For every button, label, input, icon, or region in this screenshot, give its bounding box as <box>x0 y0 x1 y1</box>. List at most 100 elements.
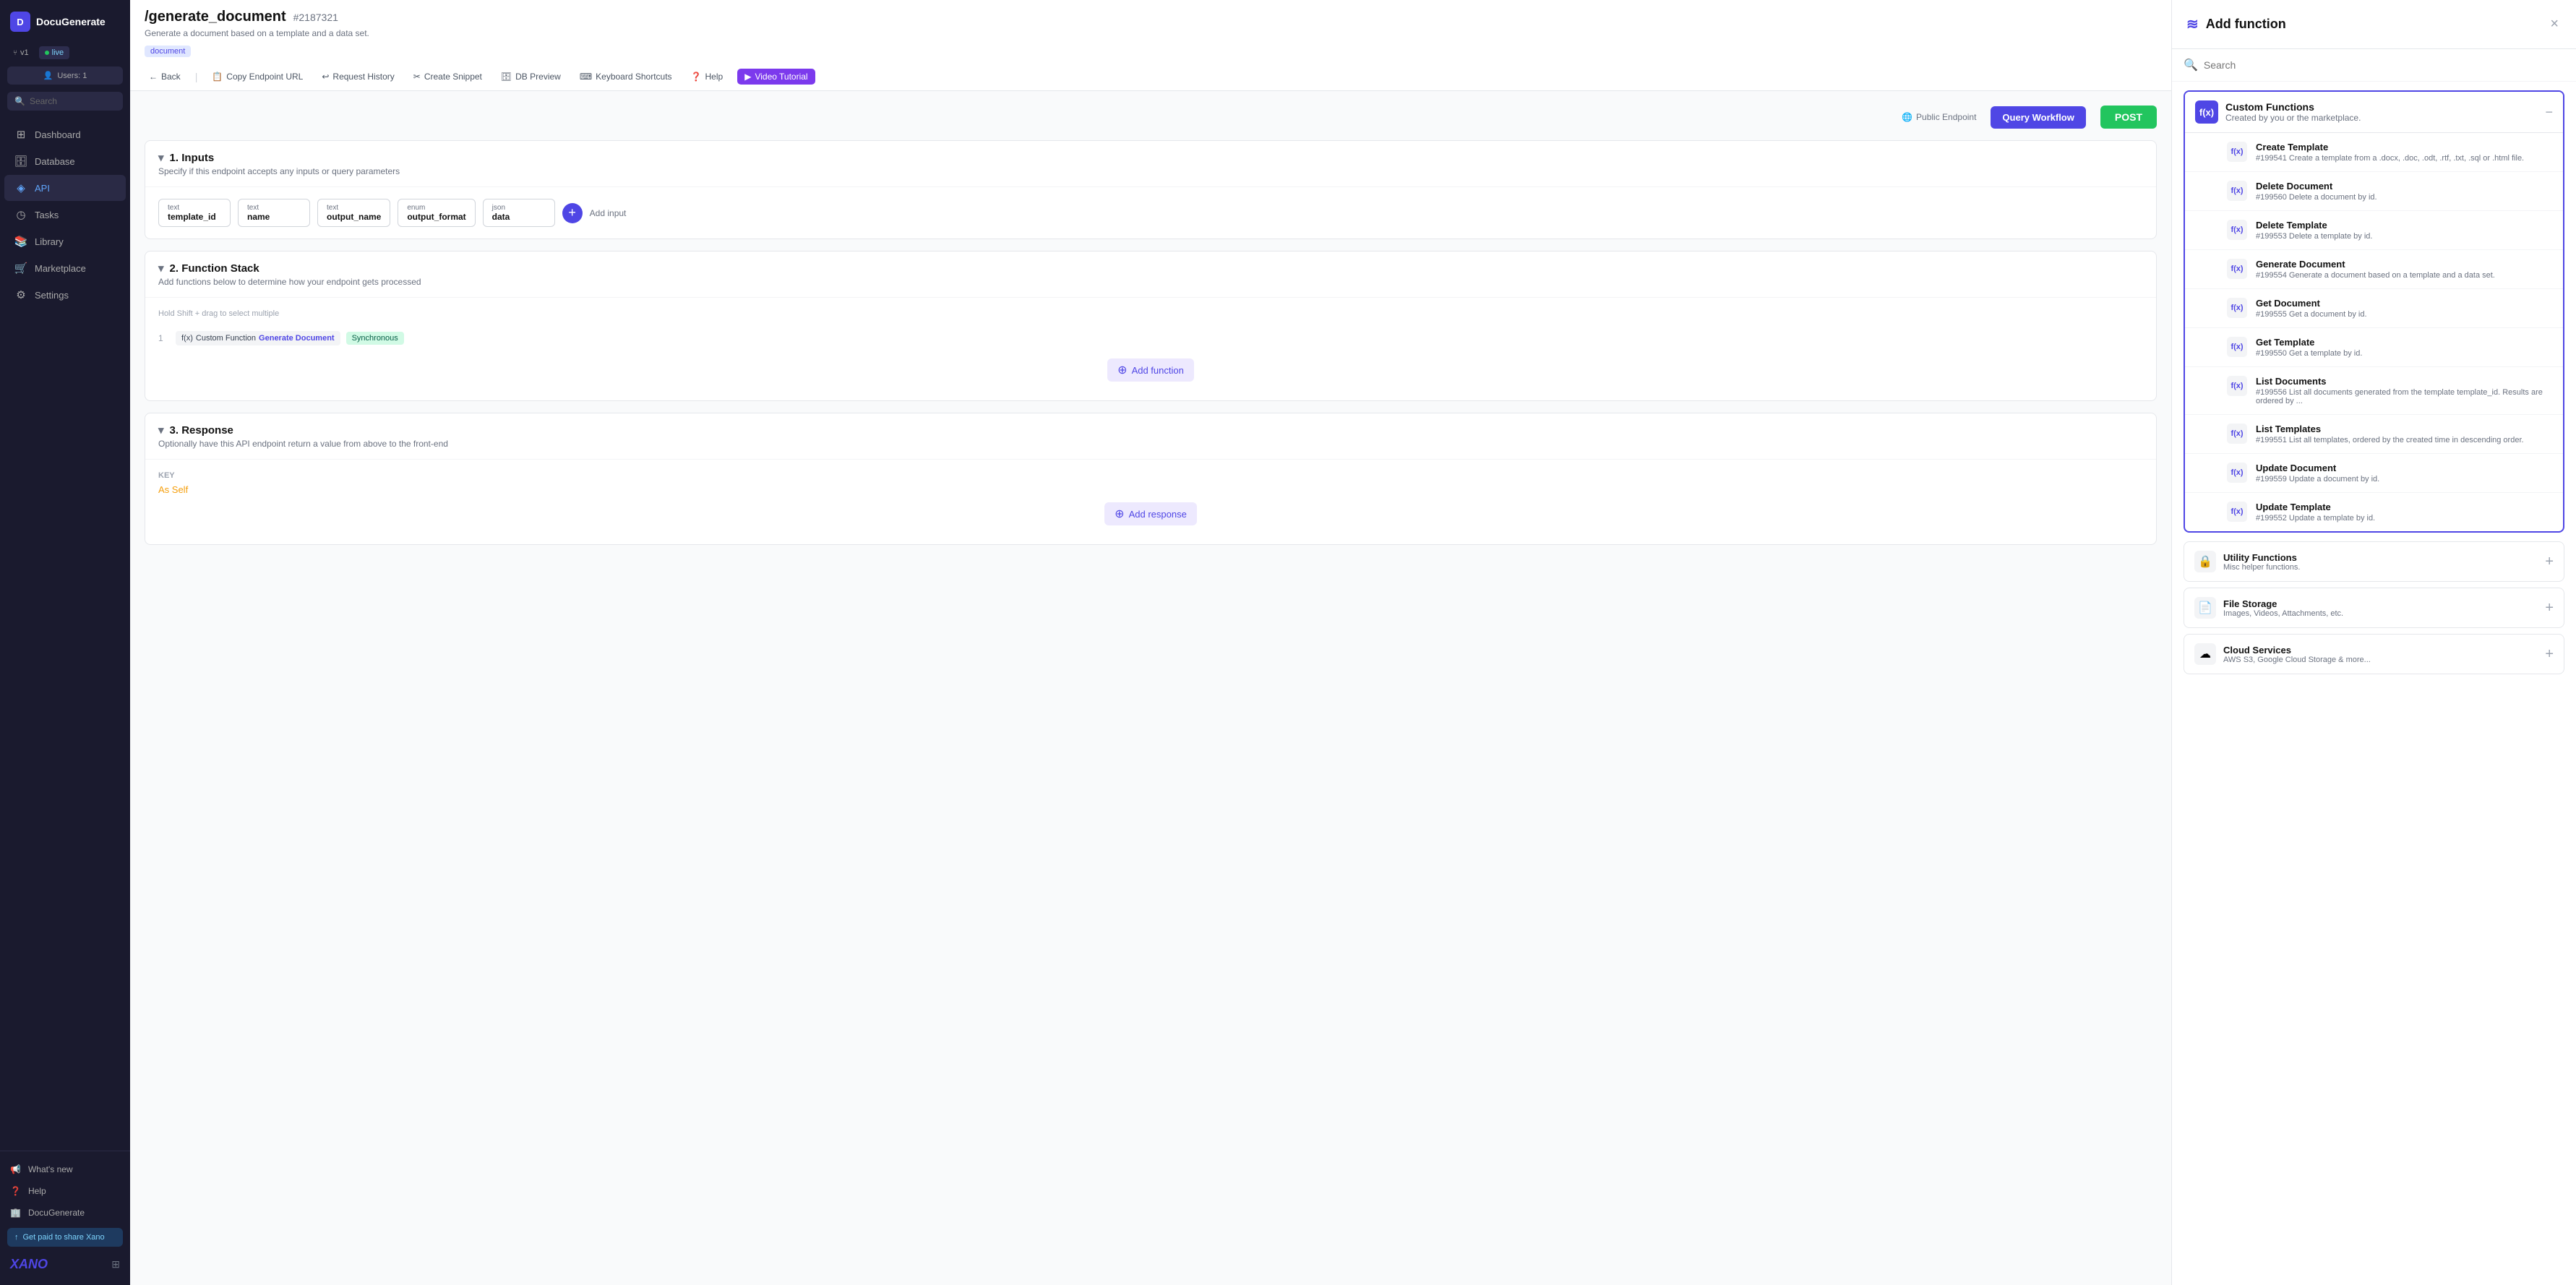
response-section-header: ▾ 3. Response Optionally have this API e… <box>145 413 2156 460</box>
input-chip-output-name[interactable]: text output_name <box>317 199 390 227</box>
add-function-button[interactable]: ⊕ Add function <box>1107 358 1194 382</box>
fn-item-icon: f(x) <box>2227 424 2247 444</box>
fn-prefix-icon: f(x) <box>181 334 193 343</box>
help-button[interactable]: ❓ Help <box>687 69 728 85</box>
fn-item-create-template[interactable]: f(x) Create Template #199541 Create a te… <box>2185 133 2563 172</box>
fn-item-icon: f(x) <box>2227 298 2247 318</box>
sidebar-item-docugenerate[interactable]: 🏢 DocuGenerate <box>0 1202 130 1224</box>
fn-badge: f(x) Custom Function Generate Document <box>176 331 340 345</box>
fn-item-delete-template[interactable]: f(x) Delete Template #199553 Delete a te… <box>2185 211 2563 250</box>
cloud-services-header[interactable]: ☁ Cloud Services AWS S3, Google Cloud St… <box>2184 635 2564 674</box>
tab-v1[interactable]: ⑂ v1 <box>7 46 35 59</box>
panel-search-input[interactable] <box>2204 59 2564 71</box>
snippet-icon: ✂ <box>413 72 421 82</box>
tab-live[interactable]: live <box>39 46 70 59</box>
panel-title-icon: ≋ <box>2186 15 2199 33</box>
inputs-section-title: ▾ 1. Inputs <box>158 151 2143 164</box>
fn-item-name: Delete Template <box>2256 220 2551 231</box>
custom-functions-desc: Created by you or the marketplace. <box>2225 113 2361 123</box>
live-dot <box>45 51 49 55</box>
xano-logo: XANO <box>10 1257 48 1272</box>
response-section: ▾ 3. Response Optionally have this API e… <box>145 413 2157 545</box>
xano-branding: XANO ⊞ <box>0 1251 130 1278</box>
fn-item-desc: #199554 Generate a document based on a t… <box>2256 271 2551 280</box>
file-storage-expand-icon[interactable]: + <box>2545 600 2554 616</box>
input-chip-name[interactable]: text name <box>238 199 310 227</box>
file-storage-header[interactable]: 📄 File Storage Images, Videos, Attachmen… <box>2184 588 2564 627</box>
panel-header: ≋ Add function × <box>2172 0 2576 49</box>
sidebar-item-dashboard[interactable]: ⊞ Dashboard <box>4 121 126 147</box>
expand-icon[interactable]: ⊞ <box>111 1258 120 1271</box>
sidebar: D DocuGenerate ⑂ v1 live 👤 Users: 1 🔍 Se… <box>0 0 130 1285</box>
fn-item-icon: f(x) <box>2227 502 2247 522</box>
sidebar-search[interactable]: 🔍 Search <box>7 92 123 111</box>
file-storage-icon: 📄 <box>2194 597 2216 619</box>
add-response-button[interactable]: ⊕ Add response <box>1104 502 1197 525</box>
fn-sync-badge: Synchronous <box>346 332 404 345</box>
public-endpoint-button[interactable]: 🌐 Public Endpoint <box>1902 112 1976 122</box>
fn-item-icon: f(x) <box>2227 337 2247 357</box>
collapse-inputs-icon[interactable]: ▾ <box>158 151 164 164</box>
get-paid-button[interactable]: ↑ Get paid to share Xano <box>7 1228 123 1247</box>
add-input-button[interactable]: + <box>562 203 583 223</box>
inputs-section-header: ▾ 1. Inputs Specify if this endpoint acc… <box>145 141 2156 187</box>
video-tutorial-button[interactable]: ▶ Video Tutorial <box>737 69 815 85</box>
panel-title: ≋ Add function <box>2186 15 2286 33</box>
fn-item-delete-document[interactable]: f(x) Delete Document #199560 Delete a do… <box>2185 172 2563 211</box>
sidebar-bottom: 📢 What's new ❓ Help 🏢 DocuGenerate ↑ Get… <box>0 1151 130 1285</box>
api-icon: ◈ <box>14 181 27 194</box>
sidebar-item-tasks[interactable]: ◷ Tasks <box>4 202 126 228</box>
fn-name-link[interactable]: Generate Document <box>259 334 335 343</box>
fn-item-generate-document[interactable]: f(x) Generate Document #199554 Generate … <box>2185 250 2563 289</box>
input-chip-data[interactable]: json data <box>483 199 555 227</box>
sidebar-item-database[interactable]: 🗄 Database <box>4 148 126 174</box>
sidebar-item-marketplace[interactable]: 🛒 Marketplace <box>4 255 126 281</box>
fn-item-list-templates[interactable]: f(x) List Templates #199551 List all tem… <box>2185 415 2563 454</box>
panel-body: f(x) Custom Functions Created by you or … <box>2172 82 2576 1285</box>
copy-endpoint-button[interactable]: 📋 Copy Endpoint URL <box>207 69 307 85</box>
collapse-response-icon[interactable]: ▾ <box>158 424 164 437</box>
sidebar-item-help[interactable]: ❓ Help <box>0 1180 130 1202</box>
utility-icon: 🔒 <box>2194 551 2216 572</box>
fn-item-desc: #199559 Update a document by id. <box>2256 475 2551 484</box>
fn-item-get-template[interactable]: f(x) Get Template #199550 Get a template… <box>2185 328 2563 367</box>
fn-item-name: Generate Document <box>2256 259 2551 270</box>
function-row[interactable]: 1 f(x) Custom Function Generate Document… <box>158 325 2143 351</box>
cloud-services-expand-icon[interactable]: + <box>2545 646 2554 663</box>
collapse-functions-icon[interactable]: ▾ <box>158 262 164 275</box>
input-chip-output-format[interactable]: enum output_format <box>398 199 475 227</box>
org-icon: 🏢 <box>10 1208 21 1218</box>
create-snippet-button[interactable]: ✂ Create Snippet <box>409 69 486 85</box>
add-input-label: Add input <box>590 208 627 218</box>
page-badge: document <box>145 46 191 57</box>
main-content: /generate_document #2187321 Generate a d… <box>130 0 2171 1285</box>
copy-icon: 📋 <box>212 72 223 82</box>
fn-item-update-document[interactable]: f(x) Update Document #199559 Update a do… <box>2185 454 2563 493</box>
custom-functions-icon: f(x) <box>2195 100 2218 124</box>
fn-item-list-documents[interactable]: f(x) List Documents #199556 List all doc… <box>2185 367 2563 415</box>
fn-number: 1 <box>158 333 170 343</box>
sidebar-item-whats-new[interactable]: 📢 What's new <box>0 1159 130 1180</box>
keyboard-shortcuts-button[interactable]: ⌨ Keyboard Shortcuts <box>575 69 677 85</box>
fn-item-name: List Templates <box>2256 424 2551 434</box>
back-button[interactable]: ← Back <box>145 69 185 85</box>
request-history-button[interactable]: ↩ Request History <box>317 69 398 85</box>
workflow-area: 🌐 Public Endpoint Query Workflow POST ▾ … <box>130 91 2171 1285</box>
collapse-custom-functions-button[interactable]: − <box>2545 105 2553 120</box>
query-workflow-button[interactable]: Query Workflow <box>1991 106 2085 129</box>
fn-item-update-template[interactable]: f(x) Update Template #199552 Update a te… <box>2185 493 2563 531</box>
sidebar-item-library[interactable]: 📚 Library <box>4 228 126 254</box>
custom-functions-name: Custom Functions <box>2225 101 2361 113</box>
fn-item-get-document[interactable]: f(x) Get Document #199555 Get a document… <box>2185 289 2563 328</box>
db-preview-button[interactable]: 🗄 DB Preview <box>497 69 565 85</box>
input-chip-template-id[interactable]: text template_id <box>158 199 231 227</box>
post-button[interactable]: POST <box>2100 106 2157 129</box>
panel-close-button[interactable]: × <box>2547 13 2562 35</box>
fn-item-desc: #199556 List all documents generated fro… <box>2256 388 2551 405</box>
utility-functions-header[interactable]: 🔒 Utility Functions Misc helper function… <box>2184 542 2564 581</box>
utility-expand-icon[interactable]: + <box>2545 554 2554 570</box>
main-toolbar: ← Back | 📋 Copy Endpoint URL ↩ Request H… <box>145 63 2157 90</box>
search-icon: 🔍 <box>14 96 25 106</box>
sidebar-item-api[interactable]: ◈ API <box>4 175 126 201</box>
sidebar-item-settings[interactable]: ⚙ Settings <box>4 282 126 308</box>
